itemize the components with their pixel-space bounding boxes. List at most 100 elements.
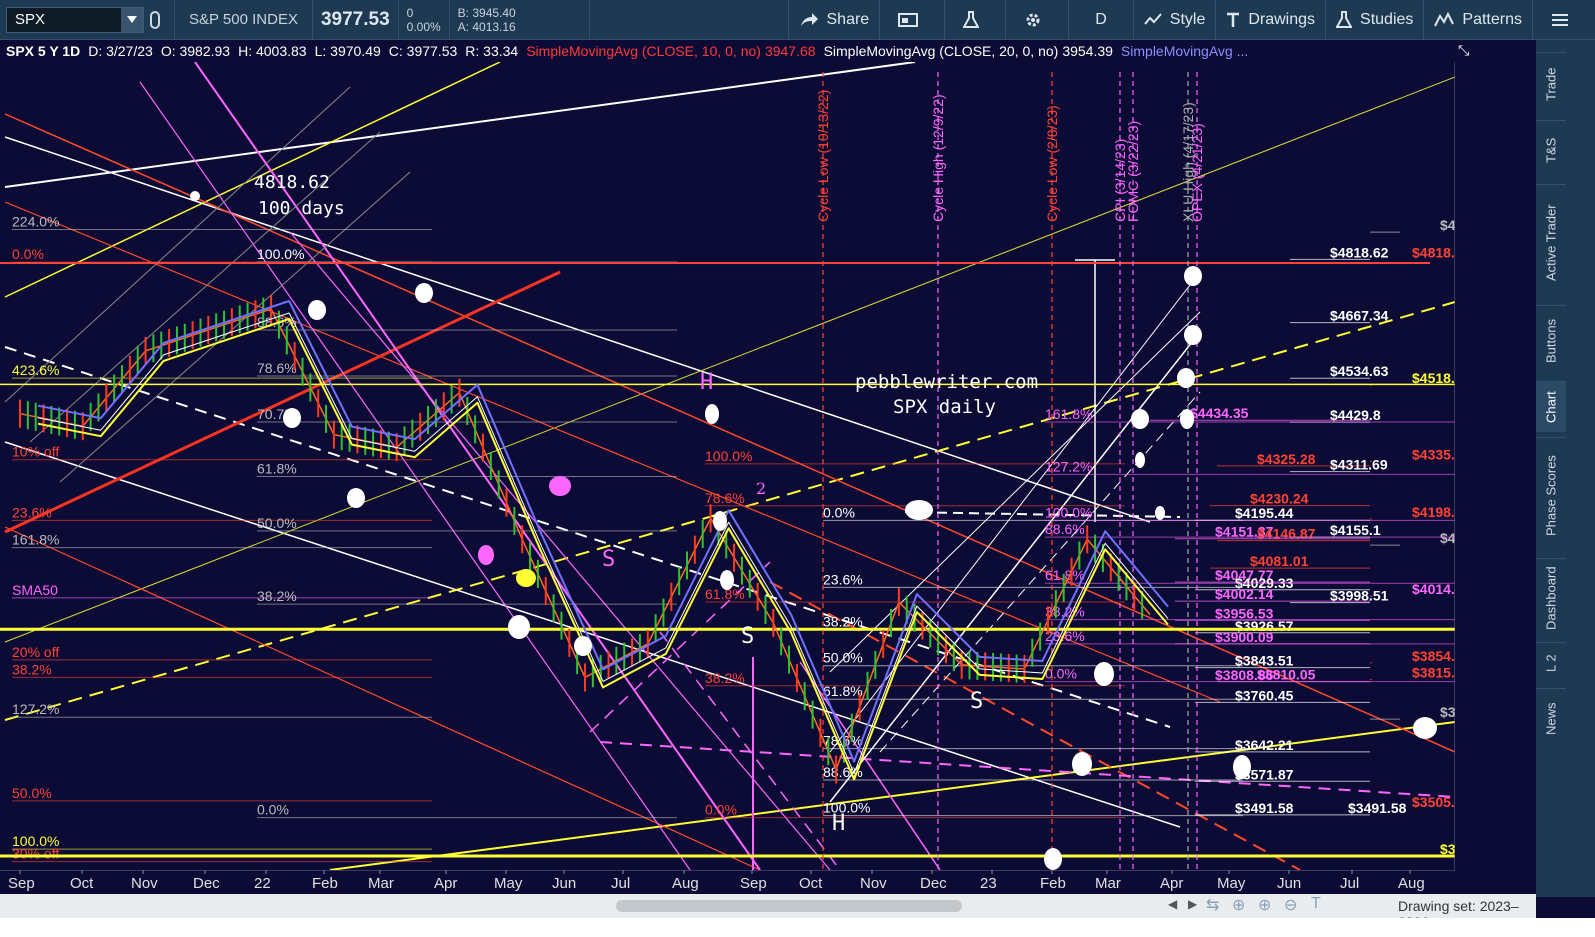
fib-label: 50.0% (257, 515, 297, 531)
level-label: $3491.58 (1348, 800, 1407, 816)
settings-button[interactable] (1006, 0, 1070, 40)
collapse-icon[interactable]: ⤡ (1458, 42, 1469, 59)
drawings-label: Drawings (1248, 10, 1316, 28)
side-tab-chart[interactable]: Chart (1536, 381, 1566, 432)
chart-annotation: S (602, 547, 615, 572)
fib-label: 10% off (12, 444, 59, 460)
style-label: Style (1169, 10, 1206, 28)
fib-label: 100.0% (705, 448, 752, 464)
scroll-right-icon[interactable]: ▶ (1188, 897, 1197, 911)
fib-label: 38.2% (257, 588, 297, 604)
level-label: $3854.9 (1412, 648, 1455, 664)
x-tick-label: Dec (920, 875, 947, 892)
sma3-label[interactable]: SimpleMovingAvg ... (1121, 43, 1248, 59)
text-icon (1227, 12, 1240, 27)
fib-label: 78.6% (257, 360, 297, 376)
level-label: $3720.37 (1440, 704, 1455, 720)
level-label: $3900.09 (1215, 629, 1274, 645)
change-value: 0 (406, 5, 414, 20)
sma1-label[interactable]: SimpleMovingAvg (CLOSE, 10, 0, no) (526, 43, 761, 59)
symbol-value: SPX (15, 11, 46, 28)
level-label: $3815.2 (1412, 664, 1455, 680)
fib-label: 23.6% (823, 571, 863, 587)
x-tick-label: Jul (611, 875, 630, 892)
last-price: 3977.53 (313, 0, 399, 40)
fib-label: 224.0% (12, 213, 59, 229)
change-pct: 0.00% (406, 19, 441, 34)
crosshair-icon[interactable]: ⊕ (1232, 895, 1245, 915)
style-button[interactable]: Style (1134, 0, 1217, 40)
level-label: $4325.28 (1257, 451, 1316, 467)
fib-label: 100.0% (823, 800, 870, 816)
symbol-input[interactable]: SPX (6, 6, 144, 33)
share-label: Share (826, 10, 870, 28)
high-readout: H: 4003.83 (238, 43, 307, 59)
x-tick-label: Mar (1095, 875, 1121, 892)
level-label: $4434.35 (1190, 405, 1249, 421)
zoom-in-icon[interactable]: ⊕ (1258, 895, 1271, 915)
ask-value: A: 4013.16 (457, 19, 516, 34)
flask-icon (963, 10, 980, 28)
fib-label: 0.0% (1045, 666, 1077, 682)
price-chart[interactable]: $4883.58 $4818.62 $4818.62 $4667.34 $4534.63… (0, 62, 1455, 870)
pan-icon[interactable]: ⇆ (1206, 895, 1219, 915)
x-tick-label: May (1217, 875, 1246, 892)
x-tick-label: Aug (1398, 875, 1425, 892)
scroll-thumb[interactable] (616, 900, 962, 912)
fib-label: 50.0% (823, 650, 863, 666)
level-label: $4818.62 (1412, 244, 1455, 260)
side-tab-trade[interactable]: Trade (1536, 52, 1566, 115)
detach-button[interactable] (880, 0, 946, 40)
sma2-label[interactable]: SimpleMovingAvg (CLOSE, 20, 0, no) (824, 43, 1059, 59)
sma2-value: 3954.39 (1062, 43, 1113, 59)
chart-annotation: pebblewriter.com (855, 371, 1038, 393)
level-label: $4534.63 (1330, 363, 1389, 379)
side-tab-t-s[interactable]: T&S (1536, 120, 1566, 179)
chevron-down-icon[interactable] (121, 7, 143, 32)
fib-label: 38.2% (823, 613, 863, 629)
drawings-button[interactable]: Drawings (1216, 0, 1327, 40)
share-button[interactable]: Share (787, 0, 881, 40)
fib-label: 0.0% (823, 504, 855, 520)
fib-label: 61.8% (1045, 567, 1085, 583)
x-tick-label: Nov (131, 875, 158, 892)
studies-label: Studies (1360, 10, 1414, 28)
x-tick-label: Aug (672, 875, 699, 892)
fib-label: 0.0% (257, 802, 289, 818)
studies-button[interactable]: Studies (1326, 0, 1425, 40)
link-icon[interactable] (144, 0, 175, 40)
side-tab-active-trader[interactable]: Active Trader (1536, 184, 1566, 300)
chart-title: SPX 5 Y 1D (6, 43, 81, 59)
chart-annotation: 4818.62 (254, 172, 330, 193)
x-tick-label: Sep (740, 875, 767, 892)
flask-button[interactable] (945, 0, 1007, 40)
period-button[interactable]: D (1069, 0, 1134, 40)
text-tool-icon[interactable]: T (1311, 895, 1321, 913)
zoom-out-icon[interactable]: ⊖ (1284, 895, 1297, 915)
level-label: $3998.51 (1330, 588, 1389, 604)
side-tab-buttons[interactable]: Buttons (1536, 305, 1566, 376)
event-line-label: Cycle High (12/9/22) (930, 94, 946, 222)
chart-annotation: H (832, 811, 845, 836)
x-tick-label: Feb (312, 875, 338, 892)
fib-label: 61.8% (823, 683, 863, 699)
time-scrollbar[interactable]: ◀ ▶ ⇆ ⊕ ⊕ ⊖ T Drawing set: 2023–0306 (0, 894, 1536, 930)
flask-icon (1336, 10, 1353, 28)
level-label: $4311.69 (1330, 457, 1388, 473)
side-tab-l-2[interactable]: L 2 (1536, 642, 1566, 683)
chart-annotation: 2 (756, 479, 766, 498)
patterns-button[interactable]: Patterns (1424, 0, 1533, 40)
fib-label: 100.0% (257, 246, 304, 262)
level-label: $4002.14 (1215, 586, 1274, 602)
patterns-label: Patterns (1462, 10, 1522, 28)
menu-button[interactable] (1533, 0, 1595, 40)
x-tick-label: Dec (193, 875, 220, 892)
side-tab-news[interactable]: News (1536, 688, 1566, 749)
fib-label: 30% off (12, 846, 59, 862)
fib-label: 423.6% (12, 362, 59, 378)
side-tab-dashboard[interactable]: Dashboard (1536, 558, 1566, 637)
fib-label: 88.6% (1045, 521, 1085, 537)
scroll-left-icon[interactable]: ◀ (1168, 897, 1177, 911)
side-tab-phase-scores[interactable]: Phase Scores (1536, 437, 1566, 553)
fib-label: 20% off (12, 644, 59, 660)
